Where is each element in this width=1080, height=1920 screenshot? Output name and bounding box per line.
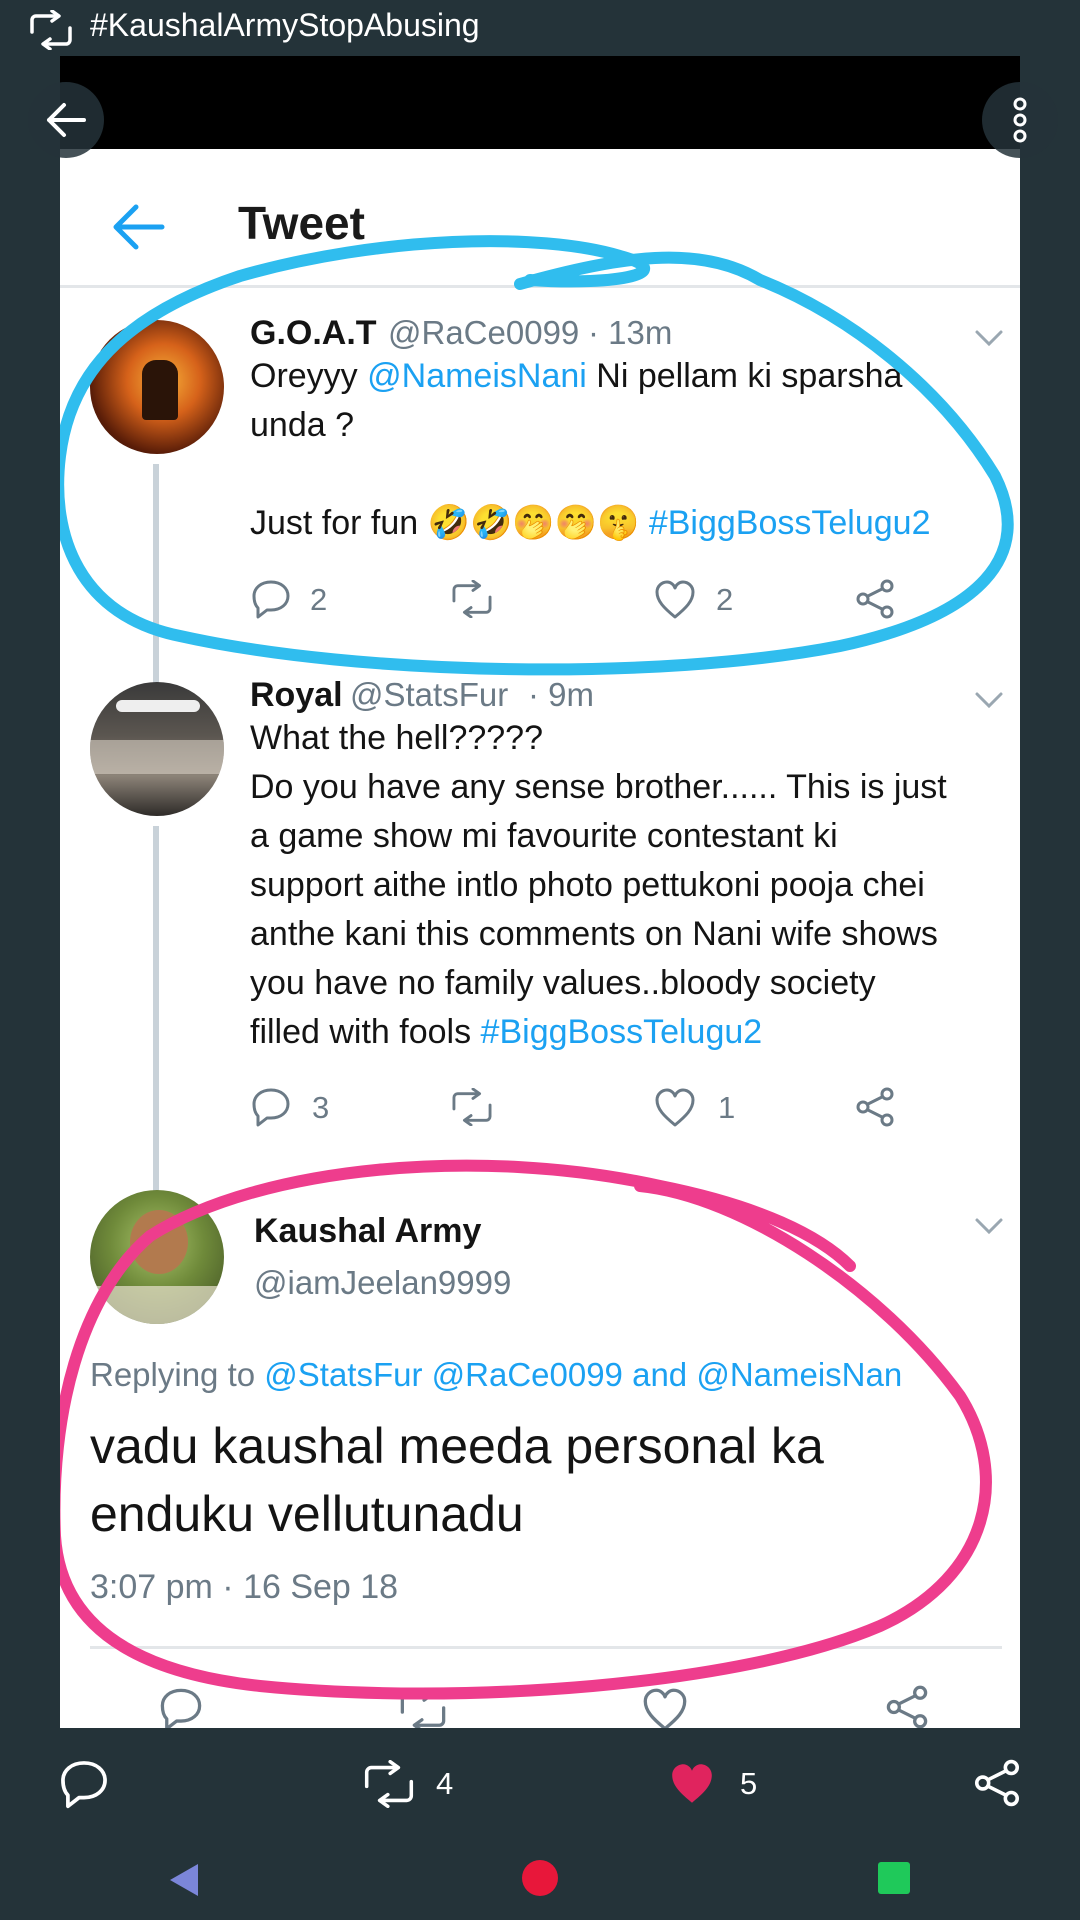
replying-to: Replying to @StatsFur @RaCe0099 and @Nam… xyxy=(90,1356,903,1393)
mention-link[interactable]: @NameisNan xyxy=(696,1356,902,1393)
retweet-icon xyxy=(364,1760,414,1808)
share-button[interactable] xyxy=(972,1758,1022,1808)
tweet-text-line: you have no family values..bloody societ… xyxy=(250,964,876,1002)
nav-recents-button[interactable] xyxy=(878,1862,910,1894)
avatar-light xyxy=(116,700,200,712)
tweet-text-line: a game show mi favourite contestant ki xyxy=(250,817,838,855)
reply-count: 3 xyxy=(312,1090,330,1125)
top-bar: #KaushalArmyStopAbusing xyxy=(0,0,1080,56)
main-tweet-text-line: enduku vellutunadu xyxy=(90,1486,524,1542)
tweet-text-line: unda ? xyxy=(250,406,354,444)
mention-link[interactable]: @StatsFur @RaCe0099 xyxy=(264,1356,623,1393)
retweet-icon xyxy=(452,1088,492,1126)
arrow-left-icon xyxy=(47,103,86,137)
arrow-left-icon xyxy=(113,204,165,250)
avatar-table xyxy=(90,740,224,774)
tweet-author-handle: @StatsFur xyxy=(350,676,509,713)
tweet-text-line: filled with fools #BiggBossTelugu2 xyxy=(250,1013,763,1051)
tweet-time: · 13m xyxy=(588,314,673,351)
retweet-count: 4 xyxy=(436,1766,454,1801)
reply-button[interactable] xyxy=(58,1758,110,1810)
tweet-author-handle: @RaCe0099 xyxy=(388,314,580,351)
divider xyxy=(60,285,1020,288)
like-count: 5 xyxy=(740,1766,758,1801)
retweet-icon xyxy=(30,10,72,50)
bottom-action-bar: 4 5 xyxy=(0,1728,1080,1838)
page-title: #KaushalArmyStopAbusing xyxy=(90,7,480,43)
avatar-figure xyxy=(142,360,178,420)
mention-link[interactable]: @NameisNani xyxy=(367,357,587,395)
main-tweet-author-name: Kaushal Army xyxy=(254,1212,482,1250)
hashtag-link[interactable]: #BiggBossTelugu2 xyxy=(481,1013,763,1051)
like-button[interactable]: 5 xyxy=(668,1760,798,1810)
avatar xyxy=(90,1190,224,1324)
more-vertical-icon xyxy=(1013,97,1027,143)
emoji: 🤣 xyxy=(427,504,470,542)
heart-filled-icon xyxy=(672,1764,712,1803)
share-icon xyxy=(856,579,894,619)
tweet-text-line: support aithe intlo photo pettukoni pooj… xyxy=(250,866,925,904)
tweet-author-name: Royal xyxy=(250,676,343,714)
tweet-text-line: What the hell????? xyxy=(250,719,543,757)
tweet-text-line: Do you have any sense brother...... This… xyxy=(250,768,947,806)
hashtag-link[interactable]: #BiggBossTelugu2 xyxy=(649,504,931,542)
chevron-down-icon xyxy=(975,1218,1003,1235)
image-letterbox xyxy=(60,56,1020,149)
reply-count: 2 xyxy=(310,582,328,617)
heart-icon xyxy=(655,580,695,619)
retweet-button[interactable]: 4 xyxy=(362,1760,492,1810)
main-tweet-text-line: vadu kaushal meeda personal ka xyxy=(90,1418,824,1474)
avatar xyxy=(90,320,224,454)
comment-icon xyxy=(252,1088,290,1127)
main-tweet-timestamp: 3:07 pm · 16 Sep 18 xyxy=(90,1568,399,1606)
comment-icon xyxy=(160,1688,202,1728)
main-tweet-author-handle: @iamJeelan9999 xyxy=(254,1264,512,1301)
system-nav-bar xyxy=(0,1838,1080,1920)
emoji: 🤣 xyxy=(470,504,513,542)
comment-icon xyxy=(61,1761,107,1809)
avatar-banner xyxy=(90,1286,224,1324)
emoji: 🤭 xyxy=(512,504,555,542)
nav-home-button[interactable] xyxy=(522,1860,558,1896)
tweet-author-name: G.O.A.T xyxy=(250,314,377,352)
divider xyxy=(90,1646,1002,1649)
chevron-down-icon xyxy=(975,692,1003,709)
back-button[interactable] xyxy=(28,82,104,158)
more-options-button[interactable] xyxy=(982,82,1058,158)
emoji: 🤭 xyxy=(554,504,598,542)
nav-back-button[interactable] xyxy=(168,1862,202,1898)
heart-icon xyxy=(643,1688,687,1728)
avatar-face xyxy=(130,1210,188,1274)
like-count: 2 xyxy=(716,582,734,617)
avatar xyxy=(90,682,224,816)
share-icon xyxy=(856,1087,894,1127)
thread-line xyxy=(153,826,159,1226)
tweet-text-line: anthe kani this comments on Nani wife sh… xyxy=(250,915,938,953)
emoji: 🤫 xyxy=(597,504,640,542)
retweet-icon xyxy=(400,1688,446,1728)
tweet-text-line: Just for fun 🤣🤣🤭🤭🤫 #BiggBossTelugu2 xyxy=(250,504,931,542)
tweet-screenshot-image[interactable]: Tweet G.O.A.T @RaCe0099 · 13m Oreyyy @Na… xyxy=(60,56,1020,1728)
share-icon xyxy=(974,1759,1020,1807)
tweet-text-line: Oreyyy @NameisNani Ni pellam ki sparsha xyxy=(250,357,903,395)
screenshot-header-title: Tweet xyxy=(238,197,365,249)
comment-icon xyxy=(252,580,290,619)
like-count: 1 xyxy=(718,1090,736,1125)
tweet-time: · 9m xyxy=(528,676,594,713)
retweet-icon xyxy=(452,580,492,618)
heart-icon xyxy=(655,1088,695,1127)
share-icon xyxy=(886,1685,928,1728)
chevron-down-icon xyxy=(975,330,1003,347)
